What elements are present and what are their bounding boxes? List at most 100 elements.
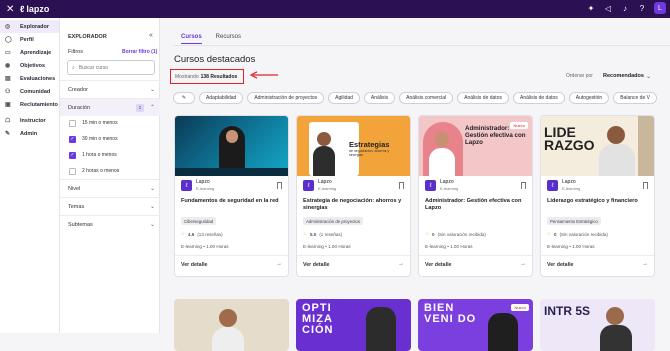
divider bbox=[297, 255, 410, 256]
rating-value: 0 bbox=[554, 231, 557, 237]
course-title[interactable]: Administrador: Gestión efectiva con Lapz… bbox=[425, 198, 528, 212]
filter-section-creador[interactable]: Creador ⌄ bbox=[60, 80, 160, 98]
course-card[interactable]: Estrategias de negociación: ahorros y si… bbox=[296, 115, 411, 277]
checkbox[interactable]: ✓ bbox=[69, 135, 76, 143]
arrow-right-icon[interactable]: → bbox=[276, 261, 282, 267]
course-rating: ☆ 0 (Sin valoración recibida) bbox=[425, 231, 486, 237]
section-label: Temas bbox=[68, 203, 85, 210]
bookmark-icon[interactable] bbox=[521, 182, 526, 189]
nav-label: Evaluaciones bbox=[20, 75, 56, 82]
course-card[interactable]: INTR 5S bbox=[540, 299, 655, 351]
checkbox[interactable]: ✓ bbox=[69, 151, 76, 159]
filter-section-nivel[interactable]: Nivel ⌄ bbox=[60, 179, 160, 197]
search-input[interactable] bbox=[78, 64, 149, 71]
filter-section-temas[interactable]: Temas ⌄ bbox=[60, 197, 160, 215]
filter-section-subtemas[interactable]: Subtemas ⌄ bbox=[60, 215, 160, 233]
provider-logo-icon: ℓ bbox=[181, 180, 192, 191]
arrow-right-icon[interactable]: → bbox=[398, 261, 404, 267]
logo-text: lapzo bbox=[26, 4, 50, 14]
nav-label: Aprendizaje bbox=[20, 49, 52, 56]
course-title[interactable]: Estrategia de negociación: ahorros y sin… bbox=[303, 198, 406, 212]
nav-item-instructor[interactable]: ☖ Instructor bbox=[0, 114, 59, 127]
course-card[interactable]: OPTI MIZA CIÓN bbox=[296, 299, 411, 351]
course-rating: ☆ 0 (Sin valoración recibida) bbox=[547, 231, 608, 237]
nav-item-aprendizaje[interactable]: ▭ Aprendizaje bbox=[0, 46, 59, 59]
logo-icon: ℓ bbox=[20, 4, 25, 14]
filter-panel-title: EXPLORADOR bbox=[68, 34, 107, 40]
people-icon: ⚇ bbox=[5, 89, 11, 95]
nav-item-explorador[interactable]: ◎ Explorador bbox=[0, 20, 59, 33]
duration-option[interactable]: 2 horas o menos bbox=[69, 166, 119, 176]
view-detail-link[interactable]: Ver detalle bbox=[547, 262, 574, 268]
course-card[interactable] bbox=[174, 299, 289, 351]
main-nav: ◎ Explorador ◯ Perfil ▭ Aprendizaje ◉ Objeti… bbox=[0, 18, 60, 333]
bookmark-icon[interactable] bbox=[399, 182, 404, 189]
chip[interactable]: Análisis de datos bbox=[512, 92, 565, 104]
provider-name: Lapzo bbox=[562, 179, 576, 185]
close-icon[interactable]: ✕ bbox=[6, 4, 16, 15]
chip[interactable]: Análisis bbox=[363, 92, 396, 104]
view-detail-link[interactable]: Ver detalle bbox=[181, 262, 208, 268]
help-icon[interactable]: ? bbox=[637, 4, 647, 13]
checkbox[interactable] bbox=[69, 119, 76, 127]
course-card[interactable]: ℓ Lapzo E-learning Fundamentos de segurida… bbox=[174, 115, 289, 277]
teacher-icon: ☖ bbox=[5, 118, 11, 124]
course-title[interactable]: Liderazgo estratégico y financiero bbox=[547, 198, 650, 205]
logo[interactable]: ℓ lapzo bbox=[20, 4, 49, 14]
duration-option[interactable]: 15 min o menos bbox=[69, 118, 118, 128]
nav-item-objetivos[interactable]: ◉ Objetivos bbox=[0, 59, 59, 72]
duration-option[interactable]: ✓ 30 min o menos bbox=[69, 134, 118, 144]
clear-filters-link[interactable]: Borrar filtro (1) bbox=[122, 49, 157, 55]
sort-select[interactable]: Recomendados bbox=[603, 73, 644, 79]
provider-type: E-learning bbox=[440, 185, 459, 191]
course-card[interactable]: BIEN VENI DO Nuevo bbox=[418, 299, 533, 351]
chevron-down-icon: ⌄ bbox=[149, 87, 155, 93]
duration-option[interactable]: ✓ 1 hora o menos bbox=[69, 150, 117, 160]
chip[interactable]: Agilidad bbox=[328, 92, 360, 104]
nav-item-evaluaciones[interactable]: ▤ Evaluaciones bbox=[0, 72, 59, 85]
arrow-right-icon[interactable]: → bbox=[642, 261, 648, 267]
bell-icon[interactable]: ♪ bbox=[620, 4, 630, 13]
megaphone-icon[interactable]: ◁ bbox=[603, 4, 613, 13]
chip[interactable]: Balance de V bbox=[613, 92, 657, 104]
view-detail-link[interactable]: Ver detalle bbox=[425, 262, 452, 268]
filter-panel: EXPLORADOR « Filtros Borrar filtro (1) ⌕… bbox=[60, 18, 160, 333]
course-image-body bbox=[212, 327, 244, 351]
avatar[interactable]: L bbox=[654, 2, 666, 14]
arrow-right-icon[interactable]: → bbox=[520, 261, 526, 267]
chip[interactable]: Adaptabilidad bbox=[199, 92, 244, 104]
chip[interactable]: Análisis comercial bbox=[399, 92, 454, 104]
chip[interactable]: Autogestión bbox=[568, 92, 610, 104]
course-tag: Pensamiento Estratégico bbox=[547, 217, 601, 225]
results-count: Mostrando 138 Resultados bbox=[170, 69, 244, 84]
course-tag: Administración de proyectos bbox=[303, 217, 363, 225]
checkbox[interactable] bbox=[69, 167, 76, 175]
sparkle-icon[interactable]: ✦ bbox=[586, 4, 596, 13]
filter-section-duracion[interactable]: Duración 2 ⌃ bbox=[60, 98, 160, 116]
review-count: (Sin valoración recibida) bbox=[559, 231, 608, 237]
nav-item-reclutamiento[interactable]: ▣ Reclutamiento bbox=[0, 98, 59, 111]
nav-label: Instructor bbox=[20, 117, 46, 124]
bookmark-icon[interactable] bbox=[277, 182, 282, 189]
course-card[interactable]: LIDE RAZGO ℓ Lapzo E-learning Liderazgo es… bbox=[540, 115, 655, 277]
nav-item-admin[interactable]: ✎ Admin bbox=[0, 127, 59, 140]
chip[interactable]: Administración de proyectos bbox=[247, 92, 325, 104]
image-headline: LIDE RAZGO bbox=[544, 124, 595, 153]
tab-recursos[interactable]: Recursos bbox=[216, 34, 241, 44]
course-title[interactable]: Fundamentos de seguridad en la red bbox=[181, 198, 284, 205]
option-label: 30 min o menos bbox=[82, 136, 118, 142]
bookmark-icon[interactable] bbox=[643, 182, 648, 189]
target-icon: ◉ bbox=[5, 63, 11, 69]
collapse-icon[interactable]: « bbox=[149, 32, 153, 39]
view-detail-link[interactable]: Ver detalle bbox=[303, 262, 330, 268]
star-icon: ☆ bbox=[181, 231, 186, 236]
nav-item-perfil[interactable]: ◯ Perfil bbox=[0, 33, 59, 46]
tab-cursos[interactable]: Cursos bbox=[181, 34, 202, 44]
course-card[interactable]: Administrador: Gestión efectiva con Lapz… bbox=[418, 115, 533, 277]
course-search: ⌕ bbox=[67, 60, 155, 75]
nav-item-comunidad[interactable]: ⚇ Comunidad bbox=[0, 85, 59, 98]
chip[interactable]: Análisis de datos bbox=[457, 92, 509, 104]
chevron-down-icon[interactable]: ⌄ bbox=[646, 73, 651, 80]
book-icon: ▭ bbox=[5, 50, 11, 56]
chip-edit-icon[interactable]: ✎ bbox=[173, 92, 195, 104]
